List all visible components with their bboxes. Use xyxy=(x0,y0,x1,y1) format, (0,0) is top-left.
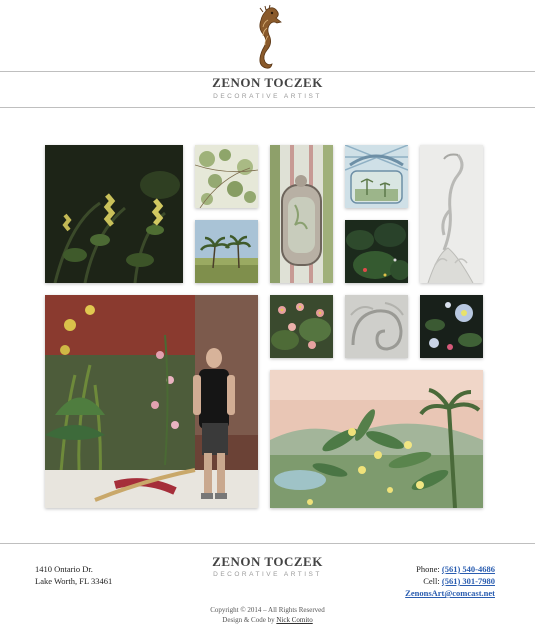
gallery-tile-pink-flower-panel[interactable] xyxy=(270,295,333,358)
site-title[interactable]: ZENON TOCZEK xyxy=(0,75,535,91)
gallery-tile-artist-portrait-mural[interactable] xyxy=(45,295,258,508)
gallery-tile-white-flower-panel[interactable] xyxy=(420,295,483,358)
email-row: ZenonsArt@comcast.net xyxy=(405,587,495,599)
gallery-tile-tropical-landscape-mural[interactable] xyxy=(270,370,483,508)
gallery-tile-shell-relief[interactable] xyxy=(345,295,408,358)
phone-link[interactable]: (561) 540-4686 xyxy=(442,564,495,574)
site-footer: 1410 Ontario Dr. Lake Worth, FL 33461 ZE… xyxy=(0,543,535,639)
site-header: ZENON TOCZEK DECORATIVE ARTIST xyxy=(0,0,535,110)
seahorse-icon[interactable] xyxy=(246,4,286,72)
credit-link[interactable]: Nick Comito xyxy=(276,616,312,624)
credit-line: Design & Code by Nick Comito xyxy=(0,615,535,625)
footer-top-rule xyxy=(0,543,535,544)
gallery-tile-jungle-night[interactable] xyxy=(345,220,408,283)
email-link[interactable]: ZenonsArt@comcast.net xyxy=(405,588,495,598)
site-subtitle: DECORATIVE ARTIST xyxy=(213,93,322,100)
header-bottom-rule xyxy=(0,107,535,108)
contact-block: Phone: (561) 540-4686 Cell: (561) 301-79… xyxy=(405,563,495,599)
gallery-tile-dark-botanical[interactable] xyxy=(45,145,183,283)
gallery-tile-trompe-loeil-panel[interactable] xyxy=(270,145,333,283)
credit-prefix: Design & Code by xyxy=(222,616,275,624)
gallery-tile-palm-landscape[interactable] xyxy=(195,220,258,283)
header-top-rule xyxy=(0,71,535,72)
cell-label: Cell: xyxy=(423,576,440,586)
phone-label: Phone: xyxy=(416,564,440,574)
cell-link[interactable]: (561) 301-7980 xyxy=(442,576,495,586)
gallery-tile-white-heron-relief[interactable] xyxy=(420,145,483,283)
cell-row: Cell: (561) 301-7980 xyxy=(405,575,495,587)
gallery-tile-tropical-lattice-mural[interactable] xyxy=(345,145,408,208)
phone-row: Phone: (561) 540-4686 xyxy=(405,563,495,575)
copyright: Copyright © 2014 – All Rights Reserved xyxy=(210,606,325,614)
gallery-tile-eucalyptus-leaves[interactable] xyxy=(195,145,258,208)
